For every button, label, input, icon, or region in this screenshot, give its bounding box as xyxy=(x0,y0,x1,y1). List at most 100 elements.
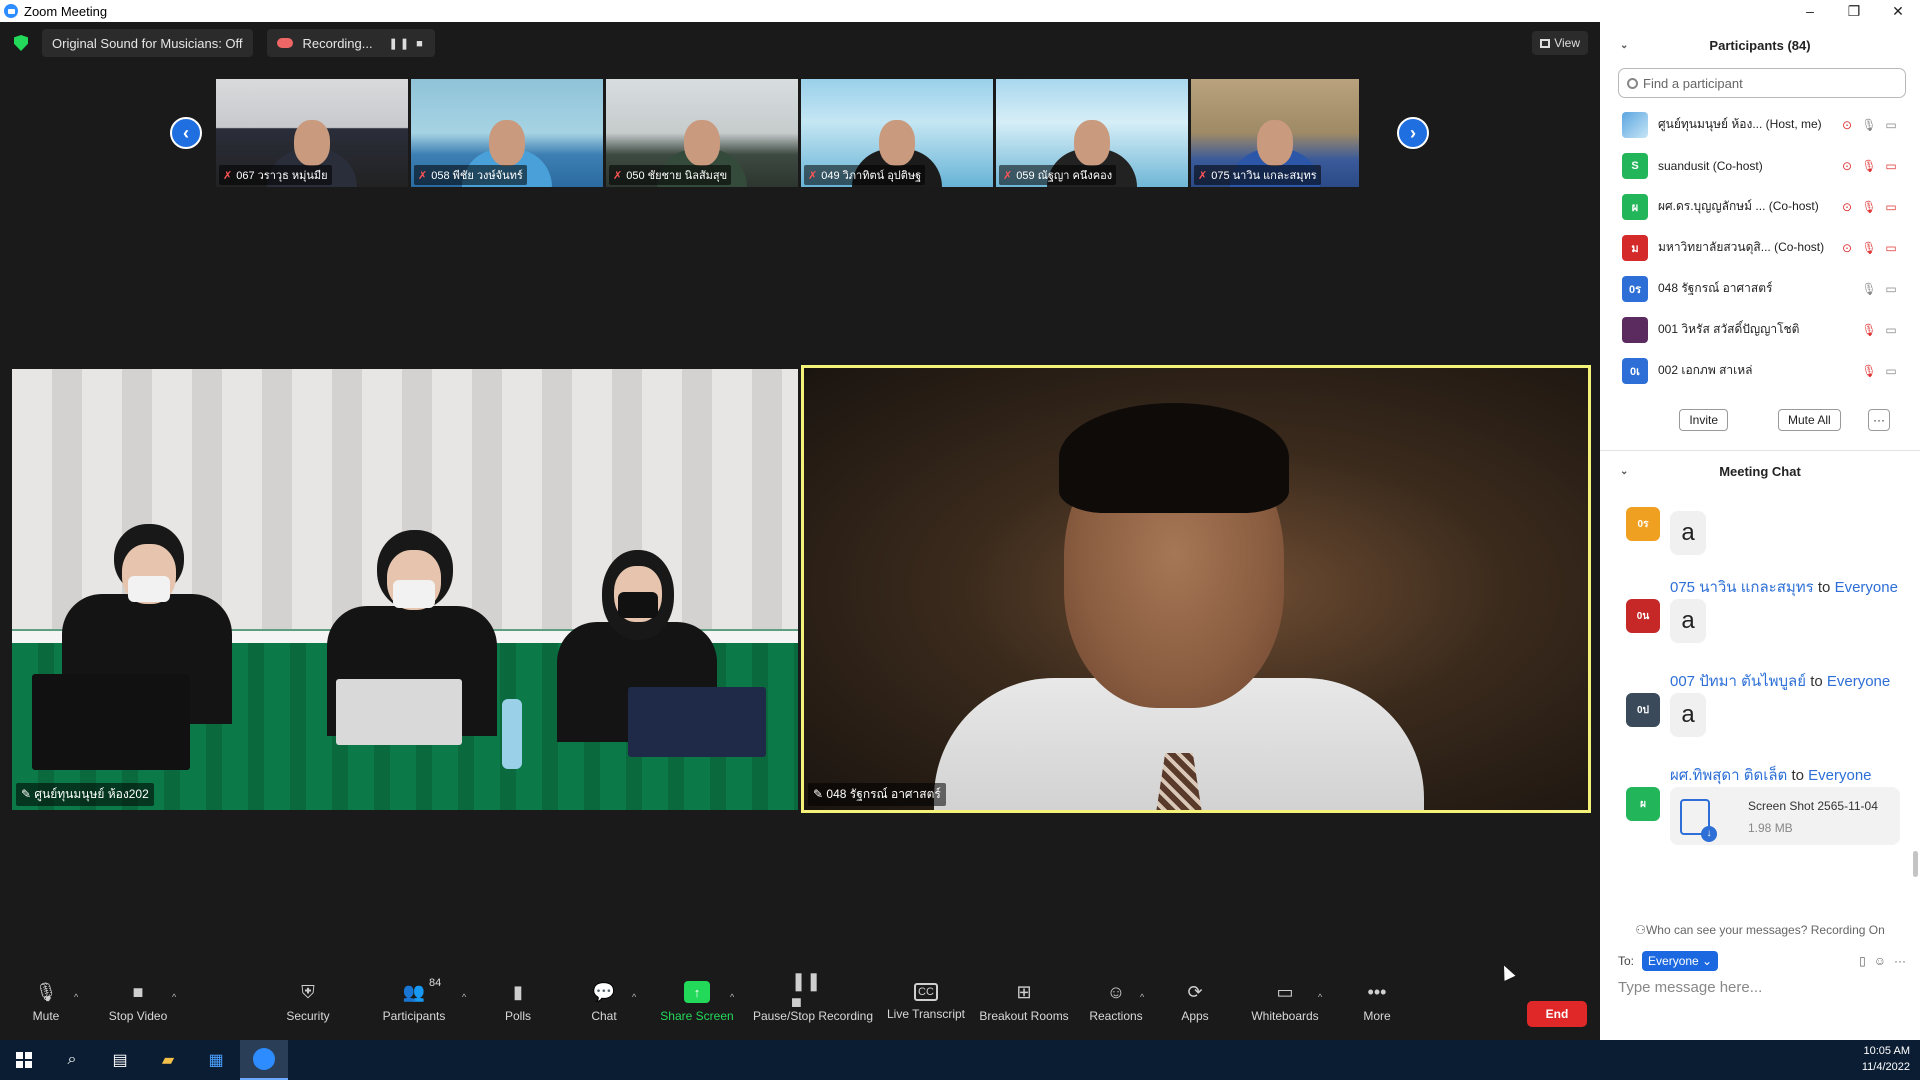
camera-icon[interactable]: ▭ xyxy=(1880,282,1902,296)
camera-off-icon[interactable]: ▭ xyxy=(1880,241,1902,255)
participant-thumbnail[interactable]: ✗ 050 ชัยชาย นิลสัมสุข xyxy=(606,79,798,187)
camera-off-icon[interactable]: ▭ xyxy=(1880,200,1902,214)
main-video-left[interactable]: ✎ ศูนย์ทุนมนุษย์ ห้อง202 xyxy=(12,369,798,810)
camera-off-icon[interactable]: ▭ xyxy=(1880,159,1902,173)
mute-all-button[interactable]: Mute All xyxy=(1778,409,1841,431)
chat-bubble-icon: 💬 xyxy=(592,981,616,1002)
chat-options-caret[interactable]: ^ xyxy=(632,992,636,1002)
apps-button[interactable]: ⟳ Apps xyxy=(1176,966,1214,1038)
encryption-shield-icon[interactable] xyxy=(14,35,28,51)
search-icon[interactable]: ⌕ xyxy=(48,1040,96,1080)
chat-tools: ▯ ☺ ··· xyxy=(1859,954,1906,968)
live-transcript-button[interactable]: CC Live Transcript xyxy=(886,966,966,1038)
whiteboards-options-caret[interactable]: ^ xyxy=(1318,992,1322,1002)
mic-muted-icon[interactable]: 🎙 xyxy=(1858,200,1880,214)
clock-date: 11/4/2022 xyxy=(1861,1061,1910,1073)
main-video-active-speaker[interactable]: ✎ 048 รัฐกรณ์ อาศาสตร์ xyxy=(801,365,1591,813)
end-meeting-button[interactable]: End xyxy=(1527,1001,1587,1027)
file-icon[interactable]: ▯ xyxy=(1859,954,1866,968)
breakout-rooms-button[interactable]: ⊞ Breakout Rooms xyxy=(978,966,1070,1038)
emoji-icon[interactable]: ☺ xyxy=(1874,954,1886,968)
chat-scrollbar[interactable] xyxy=(1913,851,1918,877)
image-file-download-icon[interactable] xyxy=(1680,799,1717,842)
chat-button[interactable]: 💬 Chat xyxy=(580,966,628,1038)
mute-button[interactable]: 🎙 Mute xyxy=(20,966,72,1038)
close-button[interactable]: ✕ xyxy=(1876,0,1920,22)
reactions-button[interactable]: ☺ Reactions xyxy=(1088,966,1144,1038)
polls-button[interactable]: ▮ Polls xyxy=(496,966,540,1038)
participant-row[interactable]: ศูนย์ทุนมนุษย์ ห้อง... (Host, me) ⊙ 🎙 ▭ xyxy=(1600,104,1920,145)
strip-next-arrow[interactable]: › xyxy=(1397,117,1429,149)
share-options-caret[interactable]: ^ xyxy=(730,992,734,1002)
collapse-chevron-icon[interactable]: ⌄ xyxy=(1620,40,1628,51)
reactions-options-caret[interactable]: ^ xyxy=(1140,992,1144,1002)
share-screen-button[interactable]: ↑ Share Screen xyxy=(660,966,734,1038)
participants-button[interactable]: 👥 84 Participants xyxy=(376,966,452,1038)
muted-mic-icon: ✗ xyxy=(613,170,623,182)
file-explorer-icon[interactable]: ▰ xyxy=(144,1040,192,1080)
participant-row[interactable]: S suandusit (Co-host) ⊙ 🎙 ▭ xyxy=(1600,145,1920,186)
participant-name: 002 เอกภพ สาเหล่ xyxy=(1658,363,1753,377)
participant-thumbnail[interactable]: ✗ 067 วราวุธ หมุ่นมีย xyxy=(216,79,408,187)
start-button[interactable] xyxy=(0,1040,48,1080)
audio-options-caret[interactable]: ^ xyxy=(74,992,78,1002)
participant-search-input[interactable]: Find a participant xyxy=(1618,68,1906,98)
participant-row[interactable]: 001 วิหรัส สวัสดิ์ปัญญาโชติ 🎙 ▭ xyxy=(1600,309,1920,350)
chat-sender-name[interactable]: ผศ.ทิพสุดา ติดเล็ต xyxy=(1670,767,1787,784)
participants-options-caret[interactable]: ^ xyxy=(462,992,466,1002)
mic-muted-icon[interactable]: 🎙 xyxy=(1858,241,1880,255)
chat-more-icon[interactable]: ··· xyxy=(1894,954,1906,968)
mic-muted-icon[interactable]: 🎙 xyxy=(1858,323,1880,337)
invite-button[interactable]: Invite xyxy=(1679,409,1728,431)
zoom-taskbar-icon[interactable] xyxy=(240,1040,288,1080)
thumbnail-name-tag: ✗ 059 ณัฐญา คนึงคอง xyxy=(999,165,1117,185)
reactions-label: Reactions xyxy=(1089,1009,1143,1023)
original-sound-toggle[interactable]: Original Sound for Musicians: Off xyxy=(42,29,253,57)
participant-thumbnail[interactable]: ✗ 058 พีชัย วงษ์จันทร์ xyxy=(411,79,603,187)
system-clock[interactable]: 10:05 AM 11/4/2022 xyxy=(1862,1043,1910,1075)
participant-status-icons: ⊙ 🎙 ▭ xyxy=(1832,159,1902,173)
participant-status-icons: 🎙 ▭ xyxy=(1832,282,1902,296)
view-button[interactable]: View xyxy=(1532,31,1588,55)
mic-icon[interactable]: 🎙 xyxy=(1858,118,1880,132)
security-button[interactable]: ⛨ Security xyxy=(282,966,334,1038)
chat-sender-name[interactable]: 007 ปัทมา ตันไพบูลย์ xyxy=(1670,673,1806,690)
participant-avatar xyxy=(1622,111,1648,138)
participants-label: Participants xyxy=(382,1009,446,1023)
recording-indicator[interactable]: Recording... ❚❚ ■ xyxy=(266,29,435,57)
camera-icon[interactable]: ▭ xyxy=(1880,118,1902,132)
search-placeholder: Find a participant xyxy=(1643,75,1743,91)
chat-file-attachment[interactable]: Screen Shot 2565-11-04 1.98 MB xyxy=(1670,787,1900,845)
mic-icon[interactable]: 🎙 xyxy=(1858,282,1880,296)
participant-row[interactable]: ผ ผศ.ดร.บุญญลักษม์ ... (Co-host) ⊙ 🎙 ▭ xyxy=(1600,186,1920,227)
store-app-icon[interactable]: ▦ xyxy=(192,1040,240,1080)
camera-icon[interactable]: ▭ xyxy=(1880,323,1902,337)
camera-icon[interactable]: ▭ xyxy=(1880,364,1902,378)
recording-pause-stop-controls[interactable]: ❚❚ ■ xyxy=(389,37,425,50)
strip-prev-arrow[interactable]: ‹ xyxy=(170,117,202,149)
mic-muted-icon[interactable]: 🎙 xyxy=(1858,364,1880,378)
collapse-chevron-icon[interactable]: ⌄ xyxy=(1620,466,1628,477)
whiteboards-button[interactable]: ▭ Whiteboards xyxy=(1248,966,1322,1038)
chat-visibility-notice[interactable]: ⚇ Who can see your messages? Recording O… xyxy=(1600,917,1920,943)
participants-more-button[interactable]: ··· xyxy=(1868,409,1890,431)
participant-row[interactable]: ม มหาวิทยาลัยสวนดุสิ... (Co-host) ⊙ 🎙 ▭ xyxy=(1600,227,1920,268)
participant-thumbnail[interactable]: ✗ 075 นาวิน แกละสมุทร xyxy=(1191,79,1359,187)
participant-thumbnail[interactable]: ✗ 049 วิภาทิตน์ อุปติษฐ xyxy=(801,79,993,187)
chat-sender-name[interactable]: 075 นาวิน แกละสมุทร xyxy=(1670,579,1814,596)
polls-bar-icon: ▮ xyxy=(513,981,523,1002)
pause-stop-recording-button[interactable]: ❚❚ ■ Pause/Stop Recording xyxy=(752,966,874,1038)
participant-row[interactable]: 0ร 048 รัฐกรณ์ อาศาสตร์ 🎙 ▭ xyxy=(1600,268,1920,309)
stop-video-button[interactable]: ■ Stop Video xyxy=(100,966,176,1038)
task-view-icon[interactable]: ▤ xyxy=(96,1040,144,1080)
chat-message-input[interactable]: Type message here... xyxy=(1600,979,1920,996)
recipient-dropdown[interactable]: Everyone ⌄ xyxy=(1642,951,1719,971)
video-camera-icon: ■ xyxy=(132,981,144,1002)
participant-row[interactable]: 0เ 002 เอกภพ สาเหล่ 🎙 ▭ xyxy=(1600,350,1920,391)
more-button[interactable]: ••• More xyxy=(1360,966,1394,1038)
video-options-caret[interactable]: ^ xyxy=(172,992,176,1002)
participant-thumbnail[interactable]: ✗ 059 ณัฐญา คนึงคอง xyxy=(996,79,1188,187)
mic-muted-icon[interactable]: 🎙 xyxy=(1858,159,1880,173)
minimize-button[interactable]: – xyxy=(1788,0,1832,22)
restore-button[interactable]: ❐ xyxy=(1832,0,1876,22)
